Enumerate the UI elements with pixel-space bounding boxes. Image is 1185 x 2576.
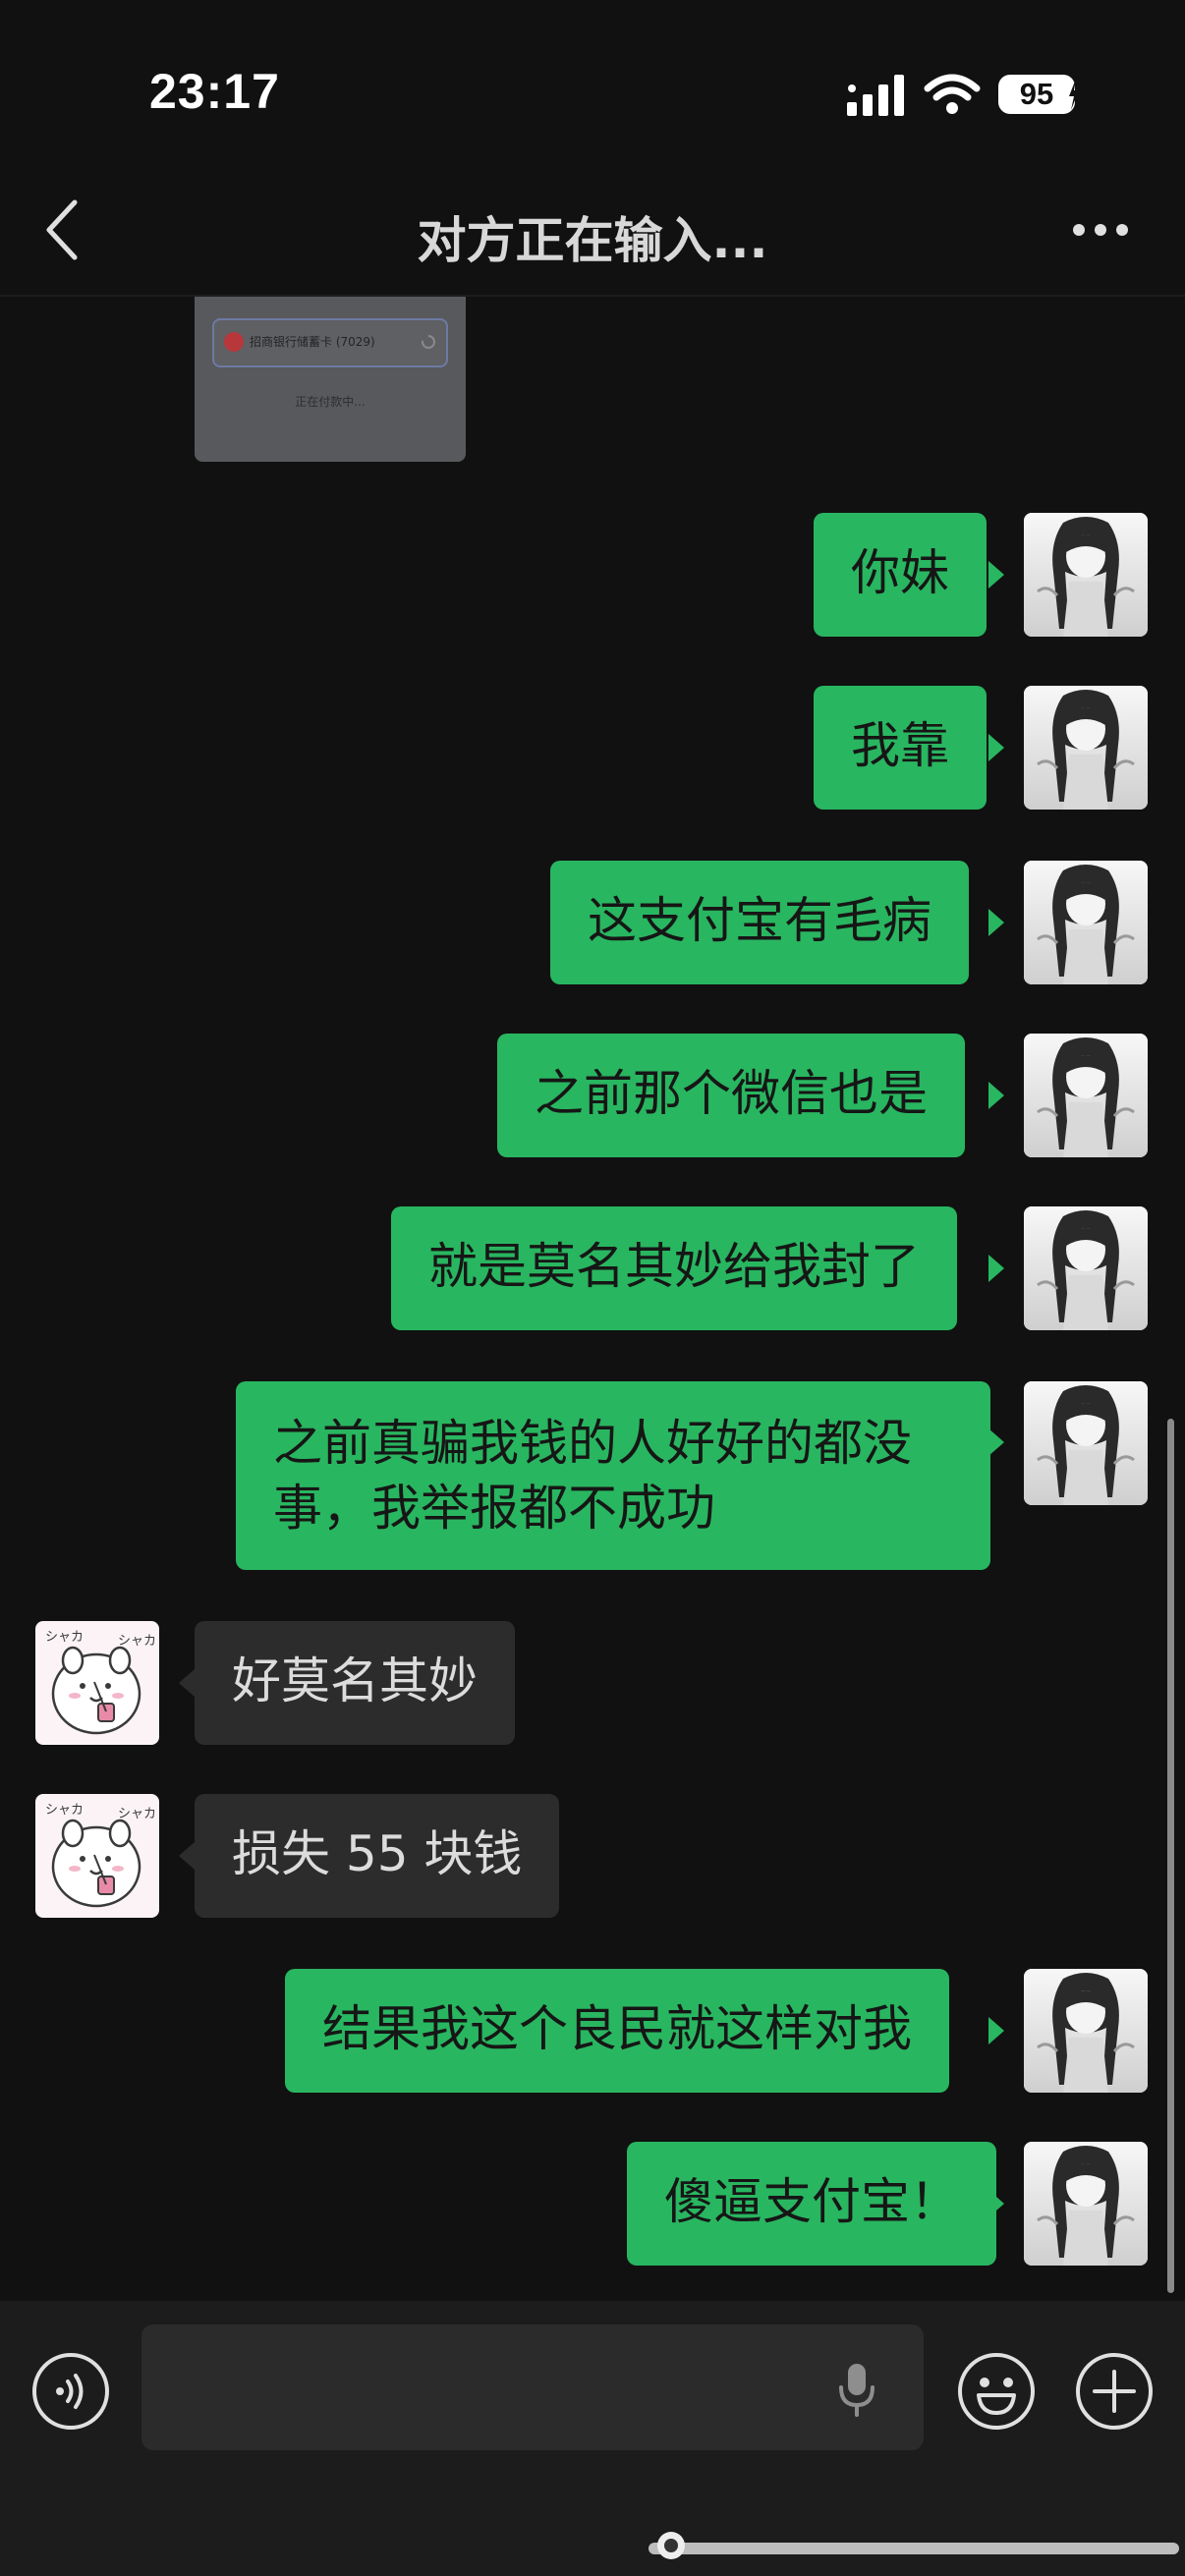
emoji-icon[interactable] <box>957 2352 1036 2431</box>
message-bubble[interactable]: 这支付宝有毛病 <box>550 861 969 984</box>
watermark-logo-icon <box>657 2532 685 2559</box>
charging-bolt-icon <box>1069 79 1079 110</box>
my-avatar[interactable] <box>1024 1206 1148 1330</box>
message-bubble[interactable]: 之前真骗我钱的人好好的都没事，我举报都不成功 <box>236 1381 990 1570</box>
payment-status-text: 正在付款中... <box>295 395 366 409</box>
status-time: 23:17 <box>149 64 280 119</box>
home-indicator[interactable] <box>649 2543 1179 2554</box>
voice-icon[interactable] <box>31 2352 110 2431</box>
cellular-signal-icon <box>847 75 904 116</box>
bubble-tail <box>988 2190 1004 2217</box>
message-list[interactable]: 招商银行储蓄卡 (7029) 正在付款中... 你妹 我靠 这支付宝有毛病 之前… <box>0 297 1185 2301</box>
loading-icon <box>422 335 435 349</box>
payment-card-label: 招商银行储蓄卡 (7029) <box>250 335 375 349</box>
more-icon[interactable] <box>1071 220 1130 240</box>
bubble-tail <box>988 1428 1004 1456</box>
contact-avatar[interactable] <box>35 1621 159 1745</box>
contact-avatar[interactable] <box>35 1794 159 1918</box>
my-avatar[interactable] <box>1024 861 1148 984</box>
message-bubble[interactable]: 之前那个微信也是 <box>497 1034 965 1157</box>
message-input[interactable] <box>141 2324 924 2450</box>
battery-level: 95 <box>998 75 1075 114</box>
scrollbar[interactable] <box>1167 1419 1174 2293</box>
bubble-tail <box>988 909 1004 936</box>
microphone-icon[interactable] <box>837 2362 876 2417</box>
chat-screen: 23:17 95 对方正在输入... 招商银行储蓄卡 (7029) 正在付款中.… <box>0 0 1185 2576</box>
bubble-tail <box>988 2017 1004 2044</box>
chat-title: 对方正在输入... <box>417 212 768 269</box>
wifi-icon <box>924 74 981 114</box>
bubble-tail <box>179 1669 195 1697</box>
message-bubble[interactable]: 你妹 <box>814 513 987 637</box>
bubble-tail <box>988 1082 1004 1109</box>
message-bubble[interactable]: 傻逼支付宝！ <box>627 2142 996 2266</box>
message-bubble[interactable]: 结果我这个良民就这样对我 <box>285 1969 949 2093</box>
bubble-tail <box>179 1842 195 1870</box>
my-avatar[interactable] <box>1024 686 1148 810</box>
message-bubble[interactable]: 好莫名其妙 <box>195 1621 515 1745</box>
message-bubble[interactable]: 损失 55 块钱 <box>195 1794 560 1918</box>
my-avatar[interactable] <box>1024 1969 1148 2093</box>
message-bubble[interactable]: 我靠 <box>814 686 987 810</box>
my-avatar[interactable] <box>1024 513 1148 637</box>
message-bubble[interactable]: 就是莫名其妙给我封了 <box>391 1206 957 1330</box>
bubble-tail <box>988 734 1004 761</box>
image-message[interactable]: 招商银行储蓄卡 (7029) 正在付款中... <box>195 297 466 462</box>
my-avatar[interactable] <box>1024 1381 1148 1505</box>
bubble-tail <box>988 1255 1004 1282</box>
payment-card-row: 招商银行储蓄卡 (7029) <box>212 318 448 367</box>
bubble-tail <box>988 561 1004 588</box>
plus-icon[interactable] <box>1075 2352 1154 2431</box>
bank-logo-icon <box>224 332 244 352</box>
my-avatar[interactable] <box>1024 1034 1148 1157</box>
input-bar <box>0 2301 1185 2576</box>
my-avatar[interactable] <box>1024 2142 1148 2266</box>
